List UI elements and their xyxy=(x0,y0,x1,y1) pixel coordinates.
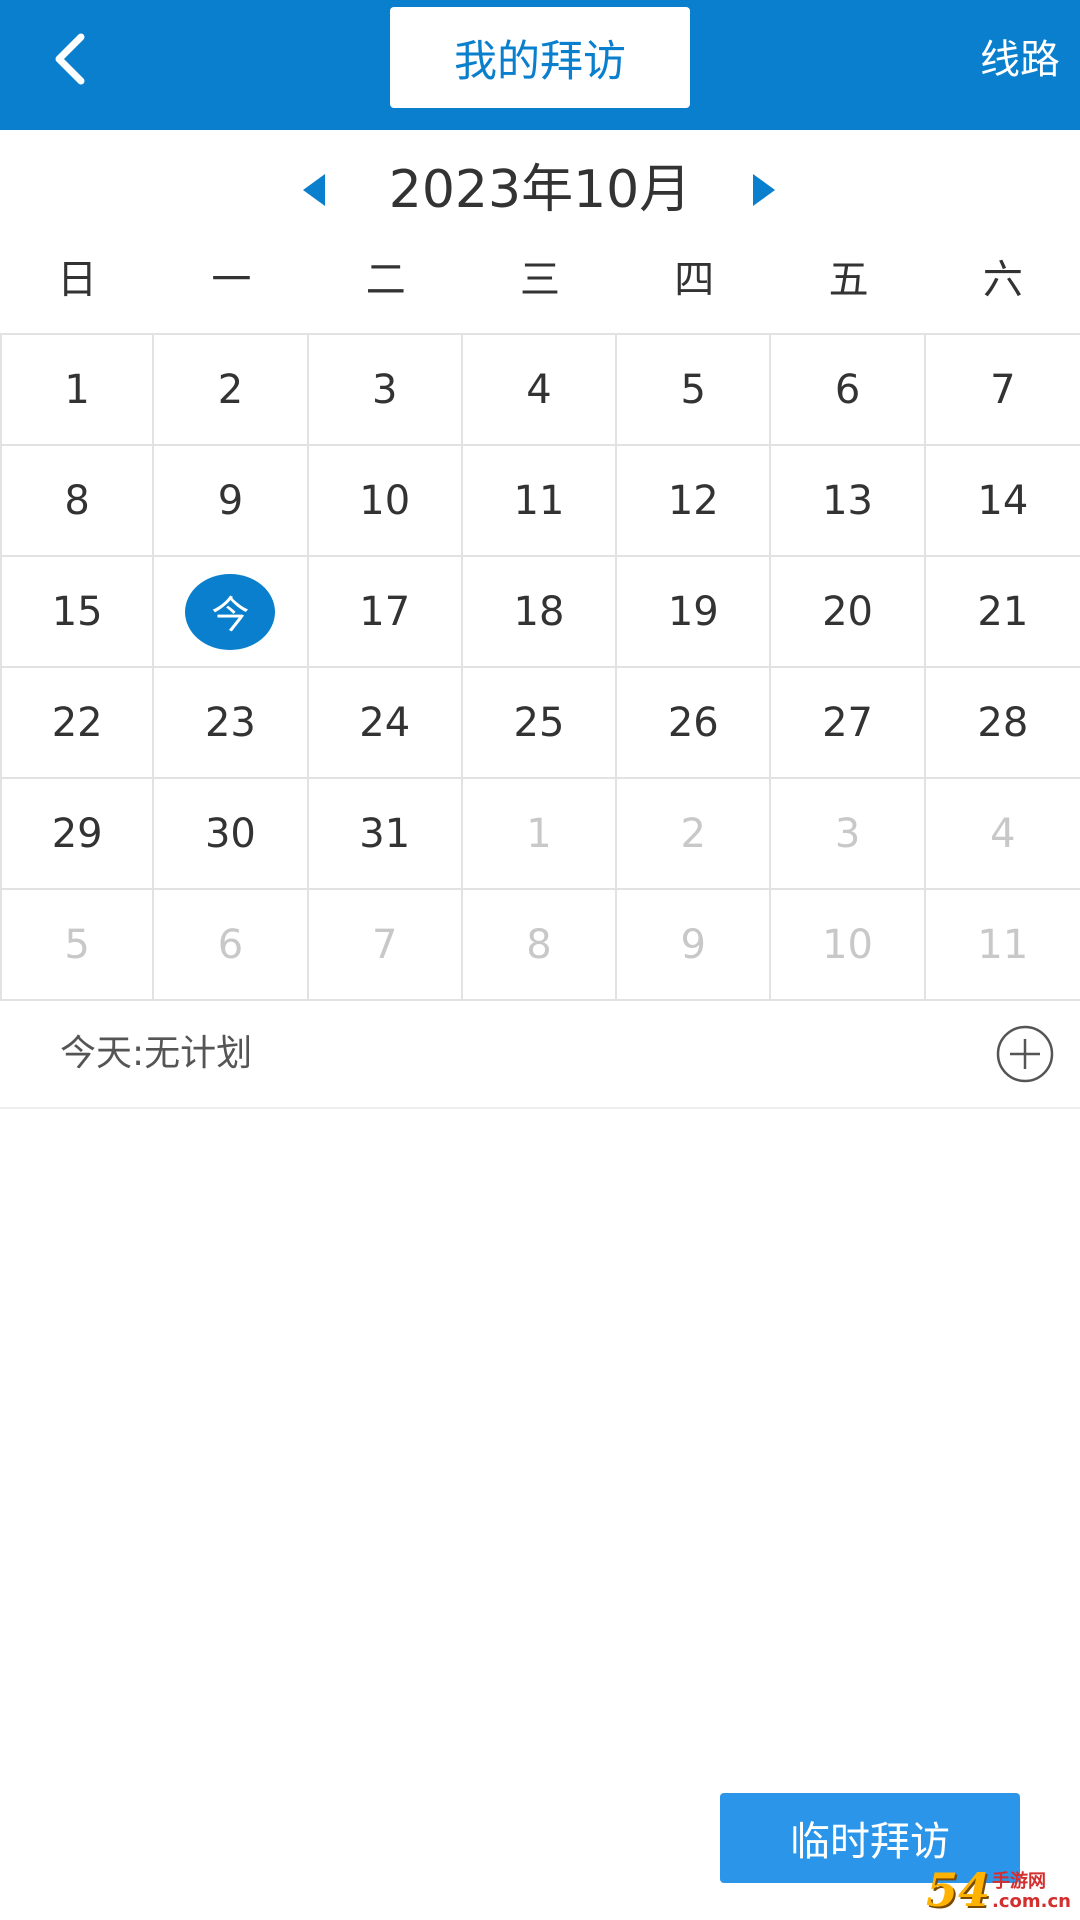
day-cell[interactable]: 8 xyxy=(0,446,155,557)
day-cell-next-month[interactable]: 9 xyxy=(617,890,772,1001)
day-cell[interactable]: 21 xyxy=(925,557,1080,668)
back-button[interactable] xyxy=(36,24,106,94)
day-cell-next-month[interactable]: 3 xyxy=(771,779,926,890)
day-cell[interactable]: 13 xyxy=(771,446,926,557)
weekday-label: 二 xyxy=(365,257,406,303)
day-cell[interactable]: 6 xyxy=(771,335,926,446)
day-cell[interactable]: 15 xyxy=(0,557,155,668)
triangle-left-icon xyxy=(303,174,325,206)
day-cell-next-month[interactable]: 2 xyxy=(617,779,772,890)
page-title: 我的拜访 xyxy=(390,7,690,108)
watermark-logo: 54 xyxy=(926,1863,991,1917)
day-cell[interactable]: 27 xyxy=(771,668,926,779)
day-cell[interactable]: 3 xyxy=(308,335,463,446)
today-plan-text: 今天:无计划 xyxy=(60,1033,253,1074)
day-cell[interactable]: 4 xyxy=(462,335,618,446)
day-cell-next-month[interactable]: 10 xyxy=(771,890,926,1001)
route-button[interactable]: 线路 xyxy=(980,28,1060,92)
day-cell[interactable]: 9 xyxy=(154,446,309,557)
day-cell[interactable]: 31 xyxy=(308,779,463,890)
day-cell[interactable]: 2 xyxy=(154,335,309,446)
day-cell[interactable]: 11 xyxy=(462,446,618,557)
month-navigation: 2023年10月 xyxy=(0,150,1080,230)
weekday-label: 四 xyxy=(674,257,715,303)
app-header: 我的拜访 线路 xyxy=(0,0,1080,130)
weekday-label: 一 xyxy=(211,257,252,303)
day-cell[interactable]: 12 xyxy=(617,446,772,557)
calendar-grid: 1 2 3 4 5 6 7 8 9 10 11 12 13 14 15 今 17… xyxy=(0,333,1080,1001)
weekday-label: 日 xyxy=(57,257,98,303)
day-cell[interactable]: 23 xyxy=(154,668,309,779)
day-cell[interactable]: 28 xyxy=(925,668,1080,779)
plus-circle-icon xyxy=(996,1025,1054,1083)
day-cell[interactable]: 17 xyxy=(308,557,463,668)
chevron-left-icon xyxy=(55,33,85,85)
day-cell[interactable]: 10 xyxy=(308,446,463,557)
day-cell-next-month[interactable]: 4 xyxy=(925,779,1080,890)
day-cell-next-month[interactable]: 1 xyxy=(462,779,618,890)
watermark-text: 手游网 .com.cn xyxy=(992,1872,1071,1916)
day-cell[interactable]: 5 xyxy=(617,335,772,446)
day-cell[interactable]: 30 xyxy=(154,779,309,890)
day-cell-next-month[interactable]: 7 xyxy=(308,890,463,1001)
day-cell[interactable]: 19 xyxy=(617,557,772,668)
day-cell[interactable]: 1 xyxy=(0,335,155,446)
day-cell[interactable]: 18 xyxy=(462,557,618,668)
weekday-label: 五 xyxy=(828,257,869,303)
today-badge: 今 xyxy=(185,573,276,650)
weekday-header: 日 一 二 三 四 五 六 xyxy=(0,240,1080,320)
month-label: 2023年10月 xyxy=(388,160,692,220)
day-cell[interactable]: 20 xyxy=(771,557,926,668)
watermark-line1: 手游网 xyxy=(992,1871,1047,1892)
day-cell[interactable]: 7 xyxy=(925,335,1080,446)
day-cell-next-month[interactable]: 11 xyxy=(925,890,1080,1001)
weekday-label: 三 xyxy=(519,257,560,303)
weekday-label: 六 xyxy=(982,257,1023,303)
day-cell[interactable]: 14 xyxy=(925,446,1080,557)
day-cell-next-month[interactable]: 8 xyxy=(462,890,618,1001)
day-cell[interactable]: 25 xyxy=(462,668,618,779)
day-cell[interactable]: 22 xyxy=(0,668,155,779)
day-cell-next-month[interactable]: 6 xyxy=(154,890,309,1001)
add-plan-button[interactable] xyxy=(996,1025,1054,1083)
day-cell[interactable]: 29 xyxy=(0,779,155,890)
day-cell-next-month[interactable]: 5 xyxy=(0,890,155,1001)
day-cell[interactable]: 24 xyxy=(308,668,463,779)
watermark-line2: .com.cn xyxy=(992,1891,1071,1912)
next-month-button[interactable] xyxy=(742,168,786,212)
day-cell-today[interactable]: 今 xyxy=(154,557,309,668)
day-cell[interactable]: 26 xyxy=(617,668,772,779)
prev-month-button[interactable] xyxy=(292,168,336,212)
today-plan-row: 今天:无计划 xyxy=(0,1001,1080,1109)
triangle-right-icon xyxy=(753,174,775,206)
site-watermark: 54 手游网 .com.cn xyxy=(926,1860,1076,1916)
